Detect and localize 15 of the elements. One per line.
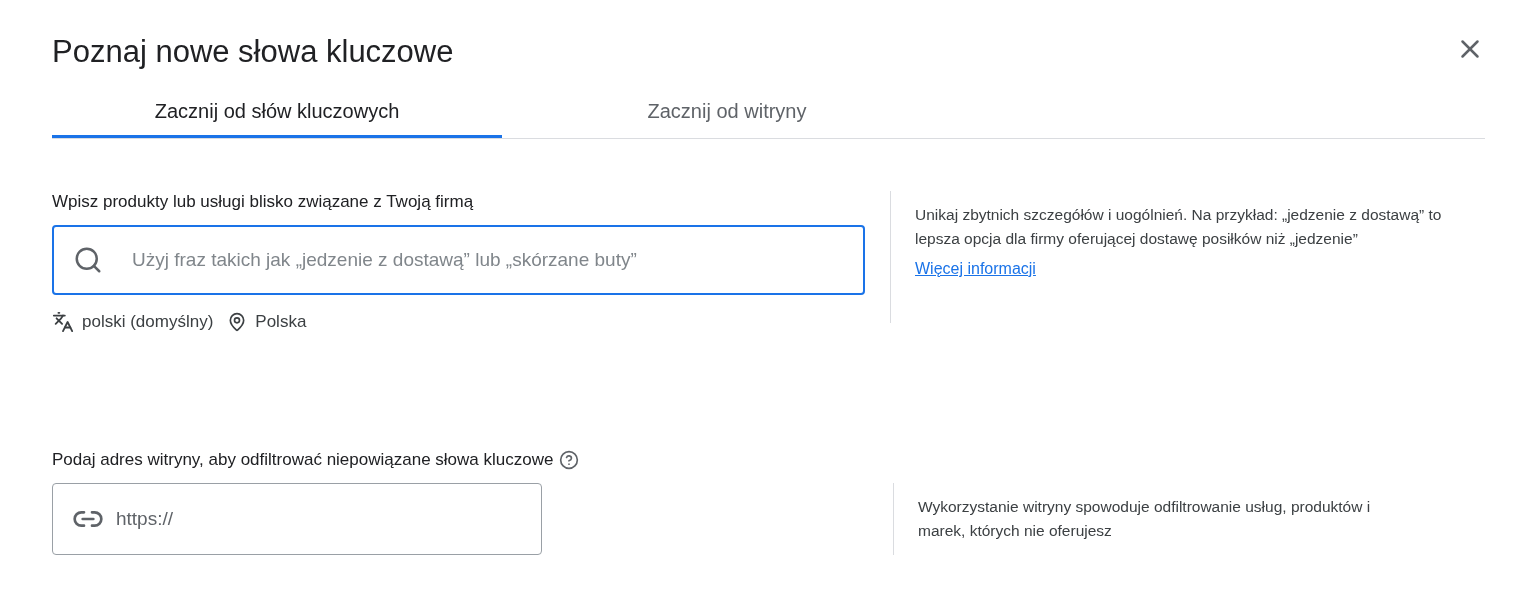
translate-icon <box>52 310 74 333</box>
more-info-link[interactable]: Więcej informacji <box>915 257 1036 281</box>
language-setting[interactable]: polski (domyślny) <box>82 309 214 335</box>
dialog-title: Poznaj nowe słowa kluczowe <box>52 33 454 71</box>
tab[interactable]: Zacznij od witryny <box>502 86 952 138</box>
search-icon <box>73 245 103 275</box>
website-url-field[interactable]: https:// <box>52 482 542 555</box>
hint-text: Unikaj zbytnich szczegółów i uogólnień. Na przykład: „jedzenie z dostawą” to lepsza opcja dla firmy oferującej dostawę posiłków niż „jedzenie” <box>915 205 1443 249</box>
field-label: Wpisz produkty lub usługi blisko związane z Twoją firmą <box>52 191 475 213</box>
tab[interactable]: Zacznij od słów kluczowych <box>52 86 502 138</box>
location-setting[interactable]: Polska <box>255 309 307 335</box>
help-icon[interactable] <box>559 449 580 470</box>
field-label: Podaj adres witryny, aby odfiltrować niepowiązane słowa kluczowe <box>52 448 554 471</box>
keyword-search-field[interactable]: Użyj fraz takich jak „jedzenie z dostawą” lub „skórzane buty” <box>52 225 865 295</box>
hint-text: Wykorzystanie witryny spowoduje odfiltrowanie usług, produktów i marek, których nie oferujesz <box>918 496 1372 541</box>
